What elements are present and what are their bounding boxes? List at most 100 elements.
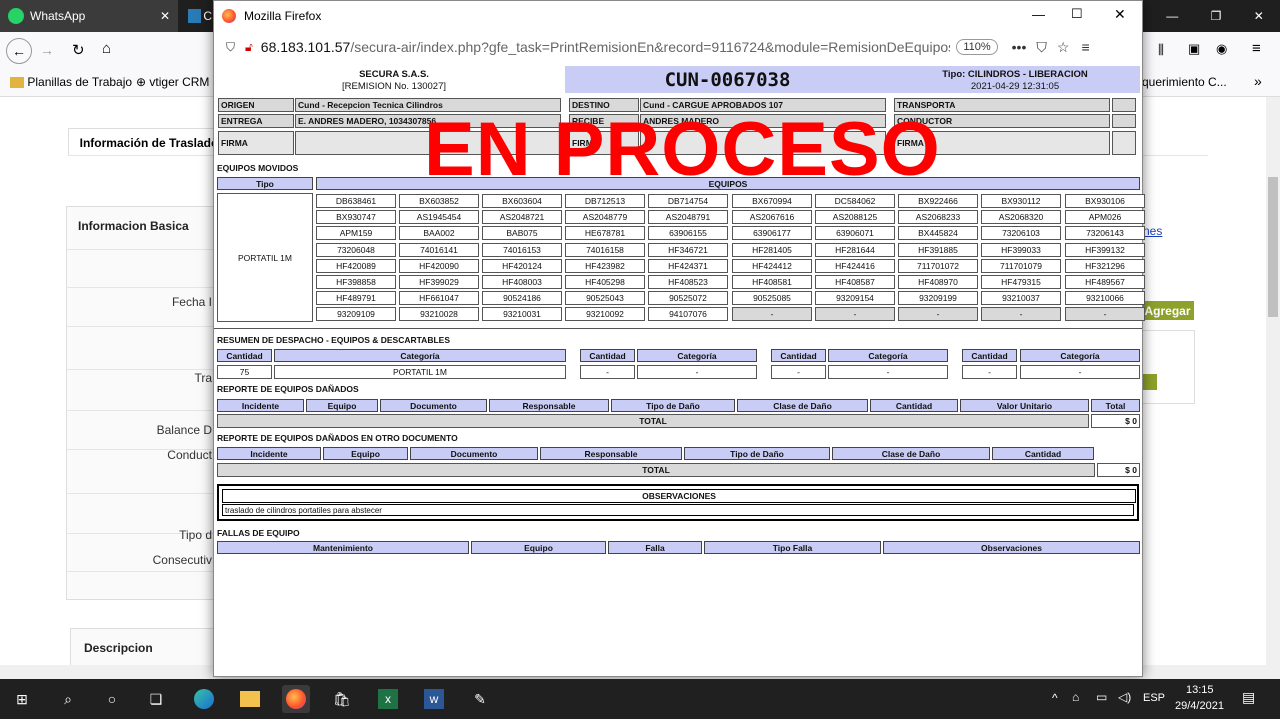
equipo-cell: BX922466 xyxy=(898,194,978,208)
equipo-cell: BX930747 xyxy=(316,210,396,225)
globe-icon: ⊕ xyxy=(136,75,147,89)
equipo-cell: BX603852 xyxy=(399,194,479,208)
bookmark-star-icon[interactable]: ☆ xyxy=(1057,39,1070,56)
document-type-box: Tipo: CILINDROS - LIBERACION 2021-04-29 … xyxy=(890,66,1140,93)
danados-col-equipo: Equipo xyxy=(306,399,378,412)
app-icon xyxy=(188,9,202,23)
firefox-popup-window: Mozilla Firefox — ☐ ✕ ⛉ 🔓︎ 68.183.101.57… xyxy=(213,0,1145,677)
document-type: Tipo: CILINDROS - LIBERACION xyxy=(942,69,1088,80)
equipo-cell: 90524186 xyxy=(482,291,562,306)
insecure-lock-icon[interactable]: 🔓︎ xyxy=(245,40,253,55)
equipo-cell: DB712513 xyxy=(565,194,645,208)
firefox-taskbar-icon[interactable] xyxy=(282,685,310,713)
green-button[interactable] xyxy=(1141,374,1157,390)
equipo-cell: AS2048779 xyxy=(565,210,645,225)
equipo-cell: HF391885 xyxy=(898,242,978,257)
resumen-cantidad-2: - xyxy=(580,365,635,379)
whatsapp-tab-label: WhatsApp xyxy=(30,9,86,23)
display-icon[interactable]: ▭ xyxy=(1096,690,1107,704)
store-icon[interactable]: 🛍︎ xyxy=(328,685,356,713)
library-icon[interactable]: ⫼ xyxy=(1158,42,1164,58)
minimize-icon[interactable]: — xyxy=(1166,9,1178,23)
restore-icon[interactable]: ❐ xyxy=(1211,9,1222,23)
url-host: 68.183.101.57 xyxy=(260,39,351,55)
network-icon[interactable]: ⌂ xyxy=(1072,690,1079,704)
task-view-icon[interactable]: ❏ xyxy=(142,685,170,713)
more-icon[interactable]: ••• xyxy=(1012,39,1027,55)
minimize-icon[interactable]: — xyxy=(1032,7,1045,22)
back-icon[interactable]: ← xyxy=(6,38,32,64)
pocket-icon[interactable]: ⛉ xyxy=(1036,39,1047,56)
otro-documento-title: REPORTE DE EQUIPOS DAÑADOS EN OTRO DOCUM… xyxy=(217,433,458,443)
word-icon[interactable]: w xyxy=(420,685,448,713)
close-icon[interactable]: ✕ xyxy=(1114,6,1126,23)
resumen-categoria-header-4: Categoría xyxy=(1020,349,1140,362)
equipo-cell: 90525085 xyxy=(732,291,812,306)
home-icon[interactable]: ⌂ xyxy=(102,40,111,57)
observaciones-title: OBSERVACIONES xyxy=(222,489,1136,503)
danados-title: REPORTE DE EQUIPOS DAÑADOS xyxy=(217,384,359,394)
scroll-thumb[interactable] xyxy=(1268,177,1278,317)
bookmark-planillas[interactable]: Planillas de Trabajo xyxy=(10,75,132,89)
account-icon[interactable]: ◉ xyxy=(1216,41,1227,57)
tray-up-icon[interactable]: ^ xyxy=(1052,691,1058,705)
forward-icon[interactable]: → xyxy=(40,42,54,58)
notepad-icon[interactable]: ✎ xyxy=(466,685,494,713)
vertical-scrollbar[interactable] xyxy=(1266,97,1280,665)
excel-icon[interactable]: x xyxy=(374,685,402,713)
right-link[interactable]: nes xyxy=(1143,224,1162,238)
equipo-cell: 93209199 xyxy=(898,291,978,306)
url-bar[interactable]: ⛉ 🔓︎ 68.183.101.57/secura-air/index.php?… xyxy=(220,33,1134,61)
equipo-cell: 93209154 xyxy=(815,291,895,306)
equipo-cell: HE678781 xyxy=(565,226,645,241)
equipo-cell: 711701079 xyxy=(981,258,1061,273)
observaciones-box: OBSERVACIONES traslado de cilindros port… xyxy=(217,484,1139,521)
search-icon[interactable]: ⌕ xyxy=(54,685,82,713)
fallas-col-falla: Falla xyxy=(608,541,702,554)
maximize-icon[interactable]: ☐ xyxy=(1071,6,1083,22)
equipo-cell: 73206048 xyxy=(316,242,396,257)
background-tab[interactable]: C xyxy=(180,0,212,32)
clock-time[interactable]: 13:15 xyxy=(1186,684,1214,696)
close-icon[interactable]: ✕ xyxy=(160,9,170,23)
menu-icon[interactable]: ≡ xyxy=(1252,40,1261,57)
close-window-icon[interactable]: ✕ xyxy=(1254,9,1264,23)
clock-date[interactable]: 29/4/2021 xyxy=(1175,700,1224,712)
danados-total-value: $ 0 xyxy=(1091,414,1140,428)
balance-label: Balance D xyxy=(156,423,212,437)
volume-icon[interactable]: ◁) xyxy=(1118,690,1131,704)
windows-taskbar: ⊞ ⌕ ○ ❏ 🛍︎ x w ✎ ^ ⌂ ▭ ◁) ESP 13:15 29/4… xyxy=(0,679,1280,719)
firma-conductor-value xyxy=(1112,131,1136,155)
otro-total-label: TOTAL xyxy=(217,463,1095,477)
sidebar-icon[interactable]: ▣ xyxy=(1188,41,1200,57)
equipo-cell: 90525072 xyxy=(648,291,728,306)
whatsapp-tab[interactable]: WhatsApp ✕ xyxy=(0,0,178,32)
traslado-tab-label: Información de Traslado xyxy=(79,135,219,150)
traslado-tab[interactable]: Información de Traslado xyxy=(68,128,230,156)
file-explorer-icon[interactable] xyxy=(236,685,264,713)
resumen-categoria-1: PORTATIL 1M xyxy=(274,365,566,379)
agregar-button[interactable]: Agregar xyxy=(1141,301,1194,320)
language-indicator[interactable]: ESP xyxy=(1143,692,1165,704)
equipo-cell: - xyxy=(981,307,1061,322)
notifications-icon[interactable]: ▤ xyxy=(1242,689,1255,706)
resumen-cantidad-header-1: Cantidad xyxy=(217,349,272,362)
bookmark-vtiger[interactable]: ⊕ vtiger CRM xyxy=(136,75,209,89)
cortana-icon[interactable]: ○ xyxy=(98,685,126,713)
equipo-cell: HF408003 xyxy=(482,275,562,289)
zoom-badge[interactable]: 110% xyxy=(956,39,998,55)
edge-icon[interactable] xyxy=(190,685,218,713)
reload-icon[interactable]: ↻ xyxy=(72,41,85,59)
extensions-icon[interactable]: ≡ xyxy=(1081,39,1089,55)
equipo-cell: - xyxy=(815,307,895,322)
equipo-cell: 93210028 xyxy=(399,307,479,322)
equipo-cell: 63906071 xyxy=(815,226,895,241)
bookmark-right[interactable]: querimiento C... xyxy=(1142,75,1227,89)
more-bookmarks-icon[interactable]: » xyxy=(1254,73,1262,89)
otro-col-documento: Documento xyxy=(410,447,538,460)
equipo-cell: AS2088125 xyxy=(815,210,895,225)
equipo-cell: HF420089 xyxy=(316,258,396,273)
windows-start-icon[interactable]: ⊞ xyxy=(8,685,36,713)
equipo-cell: HF479315 xyxy=(981,275,1061,289)
shield-icon[interactable]: ⛉ xyxy=(226,40,235,55)
